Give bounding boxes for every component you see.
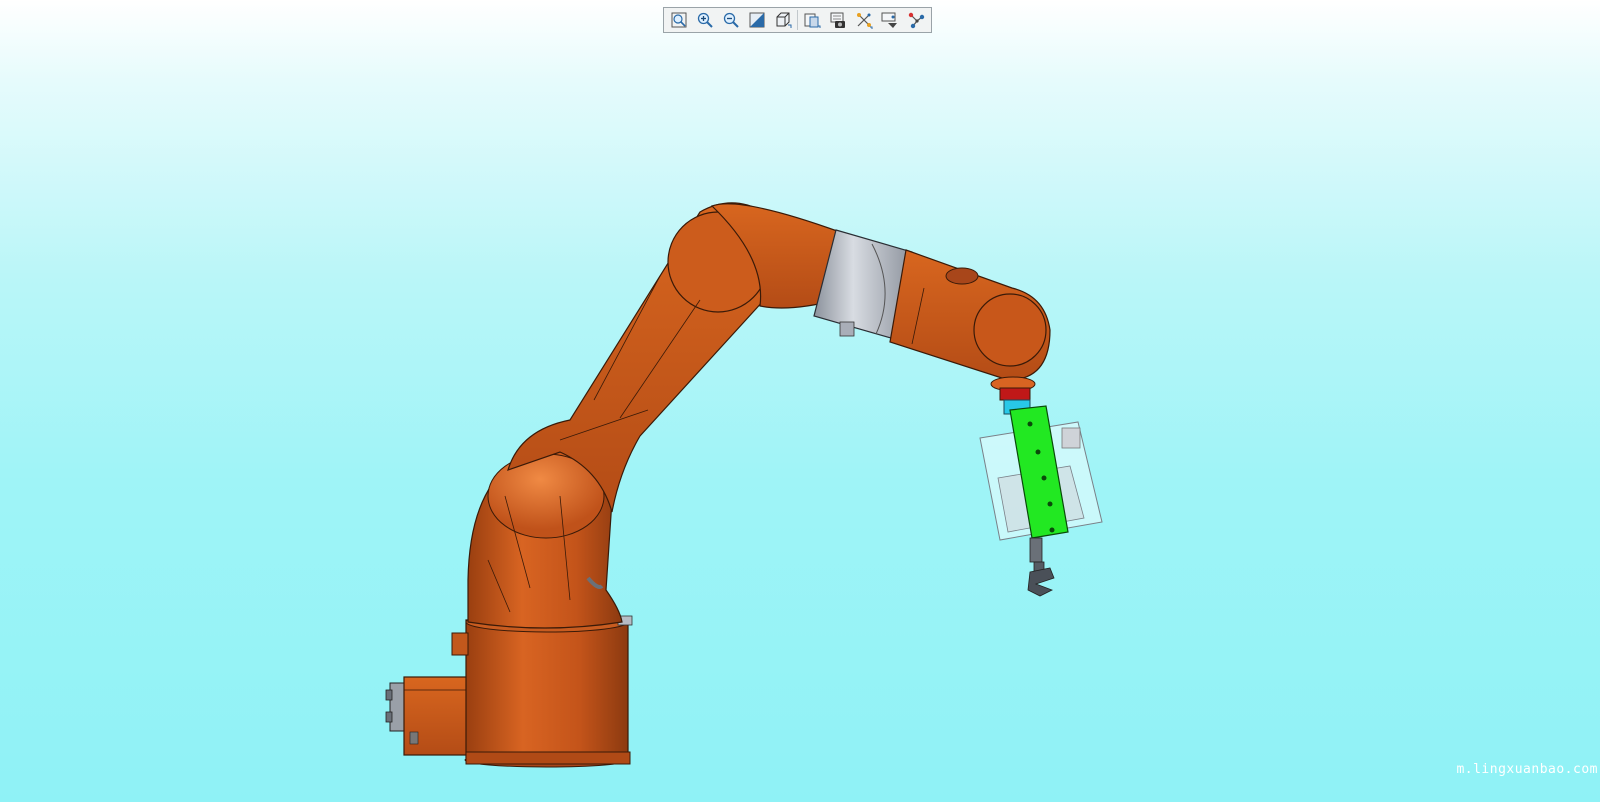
- hide-show-button[interactable]: [878, 9, 903, 32]
- section-view-icon: [749, 12, 765, 28]
- section-view-button[interactable]: [745, 9, 770, 32]
- zoom-fit-icon: [671, 12, 687, 28]
- robot-arm-model[interactable]: [0, 0, 1600, 802]
- watermark-text: m.lingxuanbao.com: [1456, 762, 1598, 777]
- explode-view-button[interactable]: [852, 9, 877, 32]
- view-orientation-icon: [776, 12, 792, 28]
- robot-forearm: [710, 203, 1051, 381]
- toolbar-separator: [797, 10, 798, 30]
- view-toolbar: [663, 7, 932, 33]
- zoom-out-button[interactable]: [719, 9, 744, 32]
- view-orientation-button[interactable]: [771, 9, 796, 32]
- explode-icon: [857, 13, 873, 29]
- screenshot-button[interactable]: [826, 9, 851, 32]
- structure-tree-button[interactable]: [904, 9, 929, 32]
- display-style-icon: [804, 13, 821, 28]
- zoom-in-icon: [697, 12, 713, 28]
- screenshot-icon: [830, 12, 845, 28]
- display-style-button[interactable]: [800, 9, 825, 32]
- structure-tree-icon: [908, 12, 925, 29]
- 3d-viewport[interactable]: m.lingxuanbao.com: [0, 0, 1600, 802]
- zoom-out-icon: [723, 12, 739, 28]
- hide-show-icon: [881, 12, 897, 28]
- zoom-fit-button[interactable]: [667, 9, 692, 32]
- gripper-tool: [979, 405, 1103, 597]
- robot-base: [451, 611, 633, 768]
- zoom-in-button[interactable]: [693, 9, 718, 32]
